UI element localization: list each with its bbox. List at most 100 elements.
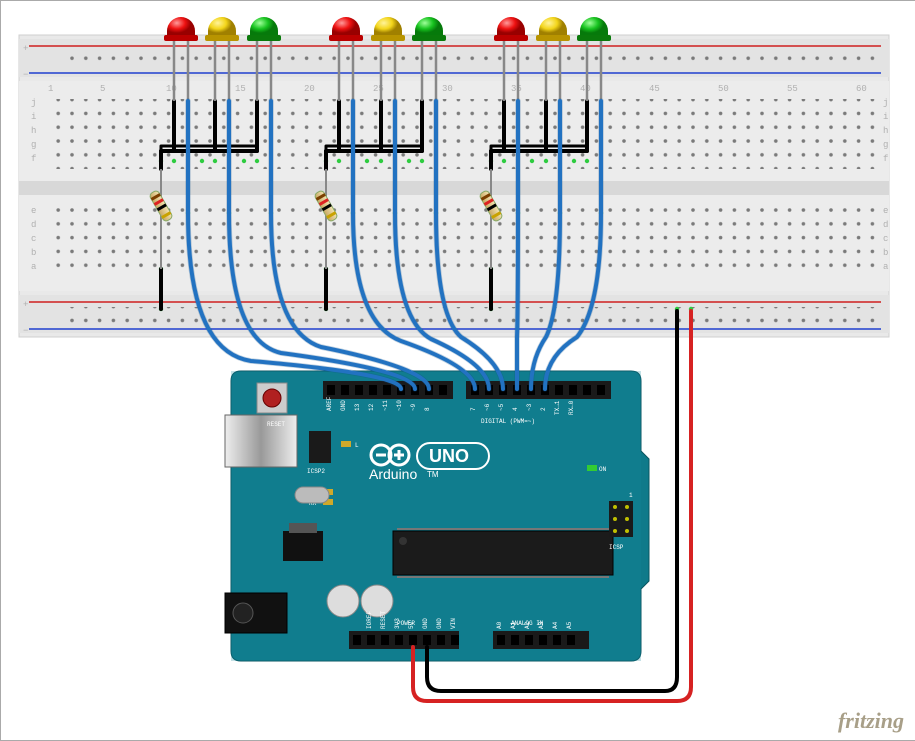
digital-header bbox=[323, 381, 611, 399]
svg-text:30: 30 bbox=[442, 84, 453, 94]
led-green-2 bbox=[412, 17, 446, 41]
svg-text:12: 12 bbox=[368, 403, 375, 411]
svg-text:+: + bbox=[23, 44, 28, 54]
svg-text:15: 15 bbox=[235, 84, 246, 94]
svg-text:e: e bbox=[883, 206, 888, 216]
board-name: Arduino bbox=[369, 466, 417, 482]
led-red-1 bbox=[164, 17, 198, 41]
svg-text:5: 5 bbox=[100, 84, 105, 94]
svg-text:5V: 5V bbox=[408, 621, 415, 629]
svg-text:7: 7 bbox=[470, 407, 477, 411]
svg-text:3V3: 3V3 bbox=[394, 618, 401, 629]
reset-label: RESET bbox=[267, 421, 285, 428]
svg-text:a: a bbox=[31, 262, 37, 272]
reset-button bbox=[257, 383, 287, 413]
icsp2-header bbox=[309, 431, 331, 463]
svg-text:i: i bbox=[883, 112, 888, 122]
svg-text:8: 8 bbox=[424, 407, 431, 411]
svg-text:g: g bbox=[883, 140, 888, 150]
svg-text:GND: GND bbox=[436, 618, 443, 629]
svg-text:~5: ~5 bbox=[498, 403, 505, 411]
svg-text:d: d bbox=[883, 220, 888, 230]
svg-text:GND: GND bbox=[340, 400, 347, 411]
svg-text:j: j bbox=[31, 98, 36, 108]
svg-text:h: h bbox=[883, 126, 888, 136]
svg-text:A5: A5 bbox=[566, 621, 573, 629]
voltage-regulator bbox=[283, 531, 323, 561]
atmega-chip bbox=[393, 531, 613, 575]
svg-text:TM: TM bbox=[427, 470, 439, 479]
svg-text:−: − bbox=[23, 70, 28, 80]
l-led bbox=[341, 441, 351, 447]
schematic-svg: + − + − 1 5 10 15 20 25 30 35 40 45 50 5… bbox=[1, 1, 915, 740]
capacitor-1 bbox=[327, 585, 359, 617]
svg-text:TX→1: TX→1 bbox=[554, 400, 561, 415]
svg-text:d: d bbox=[31, 220, 36, 230]
svg-text:40: 40 bbox=[580, 84, 591, 94]
led-red-3 bbox=[494, 17, 528, 41]
svg-text:c: c bbox=[883, 234, 888, 244]
svg-text:20: 20 bbox=[304, 84, 315, 94]
svg-text:f: f bbox=[31, 154, 36, 164]
svg-text:e: e bbox=[31, 206, 36, 216]
usb-port bbox=[225, 415, 297, 467]
on-label: ON bbox=[599, 466, 607, 473]
svg-text:c: c bbox=[31, 234, 36, 244]
svg-text:A2: A2 bbox=[524, 621, 531, 629]
svg-text:i: i bbox=[31, 112, 36, 122]
led-red-2 bbox=[329, 17, 363, 41]
svg-text:4: 4 bbox=[512, 407, 519, 411]
svg-text:A1: A1 bbox=[510, 621, 517, 629]
icsp-label: ICSP bbox=[609, 544, 624, 551]
svg-text:~6: ~6 bbox=[484, 403, 491, 411]
svg-text:13: 13 bbox=[354, 403, 361, 411]
svg-text:RX←0: RX←0 bbox=[568, 400, 575, 415]
svg-text:45: 45 bbox=[649, 84, 660, 94]
svg-text:GND: GND bbox=[422, 618, 429, 629]
svg-text:IOREF: IOREF bbox=[366, 611, 373, 629]
svg-text:RESET: RESET bbox=[380, 611, 387, 629]
svg-text:A3: A3 bbox=[538, 621, 545, 629]
svg-text:−: − bbox=[23, 326, 28, 336]
breadboard: + − + − 1 5 10 15 20 25 30 35 40 45 50 5… bbox=[19, 35, 889, 337]
arduino-uno: RESET AREF GND 13 12 ~11 ~10 ~9 8 7 ~6 ~… bbox=[225, 371, 649, 661]
branding-label: fritzing bbox=[838, 708, 904, 734]
digital-label: DIGITAL (PWM=~) bbox=[481, 418, 535, 425]
svg-text:~11: ~11 bbox=[382, 400, 389, 411]
l-label: L bbox=[355, 442, 359, 449]
svg-text:j: j bbox=[883, 98, 888, 108]
svg-text:55: 55 bbox=[787, 84, 798, 94]
led-yellow-3 bbox=[536, 17, 570, 41]
svg-text:A0: A0 bbox=[496, 621, 503, 629]
svg-text:50: 50 bbox=[718, 84, 729, 94]
svg-text:+: + bbox=[23, 300, 28, 310]
svg-text:f: f bbox=[883, 154, 888, 164]
led-green-3 bbox=[577, 17, 611, 41]
svg-text:60: 60 bbox=[856, 84, 867, 94]
svg-text:35: 35 bbox=[511, 84, 522, 94]
svg-text:AREF: AREF bbox=[326, 396, 333, 411]
svg-text:~10: ~10 bbox=[396, 400, 403, 411]
led-yellow-2 bbox=[371, 17, 405, 41]
svg-text:1: 1 bbox=[48, 84, 53, 94]
led-green-1 bbox=[247, 17, 281, 41]
icsp-1: 1 bbox=[629, 492, 633, 499]
board-model: UNO bbox=[429, 446, 469, 466]
svg-text:b: b bbox=[883, 248, 888, 258]
svg-text:b: b bbox=[31, 248, 36, 258]
crystal bbox=[295, 487, 329, 503]
svg-text:2: 2 bbox=[540, 407, 547, 411]
svg-text:~3: ~3 bbox=[526, 403, 533, 411]
svg-text:a: a bbox=[883, 262, 889, 272]
analog-header bbox=[493, 631, 589, 649]
svg-text:h: h bbox=[31, 126, 36, 136]
led-yellow-1 bbox=[205, 17, 239, 41]
icsp2-label: ICSP2 bbox=[307, 468, 325, 475]
power-header bbox=[349, 631, 459, 649]
svg-text:VIN: VIN bbox=[450, 618, 457, 629]
icsp-header bbox=[609, 501, 633, 537]
svg-text:A4: A4 bbox=[552, 621, 559, 629]
on-led bbox=[587, 465, 597, 471]
circuit-diagram: + − + − 1 5 10 15 20 25 30 35 40 45 50 5… bbox=[0, 0, 915, 741]
svg-text:g: g bbox=[31, 140, 36, 150]
